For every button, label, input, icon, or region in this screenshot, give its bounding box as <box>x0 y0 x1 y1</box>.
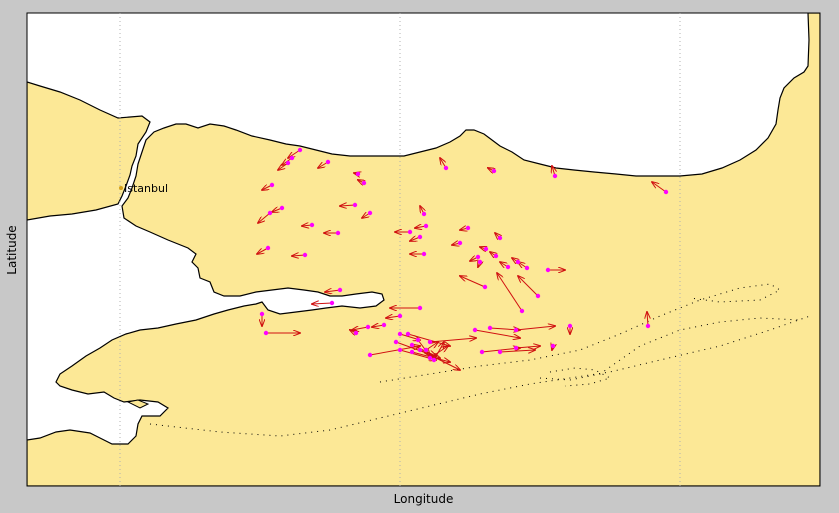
gps-station <box>415 337 421 343</box>
gps-station <box>393 339 399 345</box>
gps-station <box>367 352 373 358</box>
city-marker <box>119 186 123 190</box>
gps-station <box>423 347 429 353</box>
gps-station <box>352 202 358 208</box>
gps-station <box>302 252 308 258</box>
gps-station <box>465 225 471 231</box>
gps-station <box>409 342 415 348</box>
gps-station <box>505 264 511 270</box>
gps-station <box>335 230 341 236</box>
gps-station <box>443 165 449 171</box>
gps-station <box>259 311 265 317</box>
gps-station <box>487 325 493 331</box>
gps-station <box>417 234 423 240</box>
gps-station <box>477 259 483 265</box>
gps-station <box>427 339 433 345</box>
gps-station <box>285 160 291 166</box>
gps-station <box>427 355 433 361</box>
gps-station <box>397 331 403 337</box>
gps-station <box>483 246 489 252</box>
gps-station <box>265 245 271 251</box>
gps-station <box>297 147 303 153</box>
gps-station <box>497 349 503 355</box>
gps-station <box>353 330 359 336</box>
gps-station <box>491 168 497 174</box>
gps-station <box>325 159 331 165</box>
gps-station <box>309 222 315 228</box>
gps-station <box>645 323 651 329</box>
gps-station <box>482 284 488 290</box>
gps-station <box>513 327 519 333</box>
gps-station <box>663 189 669 195</box>
gps-station <box>409 349 415 355</box>
gps-station <box>417 305 423 311</box>
gps-station <box>545 267 551 273</box>
gps-station <box>365 324 371 330</box>
gps-station <box>397 347 403 353</box>
gps-station <box>497 235 503 241</box>
gps-station <box>513 345 519 351</box>
gps-station <box>550 343 556 349</box>
gps-station <box>355 171 361 177</box>
y-axis-label: Latitude <box>5 225 19 275</box>
gps-station <box>423 223 429 229</box>
gps-station <box>367 210 373 216</box>
gps-station <box>289 155 295 161</box>
gps-station <box>567 323 573 329</box>
gps-station <box>475 254 481 260</box>
gps-station <box>515 259 521 265</box>
gps-station <box>421 211 427 217</box>
gps-station <box>407 229 413 235</box>
gps-station <box>552 173 558 179</box>
gps-station <box>472 327 478 333</box>
gps-station <box>493 253 499 259</box>
gps-station <box>381 322 387 328</box>
gps-station <box>457 240 463 246</box>
gps-station <box>421 251 427 257</box>
gps-station <box>535 293 541 299</box>
gps-station <box>405 331 411 337</box>
gps-station <box>431 357 437 363</box>
gps-station <box>337 287 343 293</box>
gps-station <box>417 347 423 353</box>
gps-station <box>361 180 367 186</box>
gps-station <box>519 308 525 314</box>
gps-station <box>397 313 403 319</box>
gps-station <box>269 182 275 188</box>
x-axis-label: Longitude <box>393 492 454 506</box>
gps-station <box>279 205 285 211</box>
city-label: Istanbul <box>124 182 168 195</box>
map-figure: Istanbul <box>26 12 821 487</box>
gps-station <box>524 265 530 271</box>
gps-station <box>479 349 485 355</box>
gps-station <box>329 300 335 306</box>
gps-station <box>267 210 273 216</box>
city-istanbul: Istanbul <box>119 182 168 195</box>
gps-station <box>263 330 269 336</box>
